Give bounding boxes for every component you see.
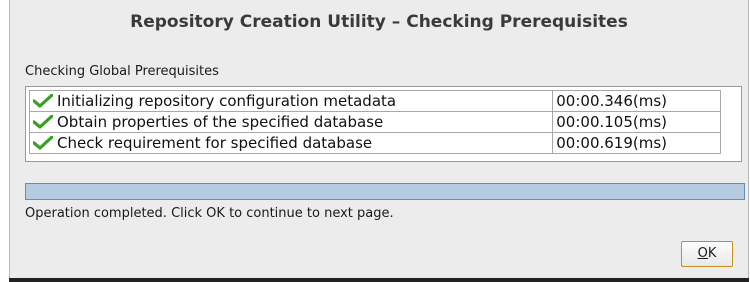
check-icon: [32, 93, 54, 108]
section-label: Checking Global Prerequisites: [25, 64, 219, 79]
task-label: Initializing repository configuration me…: [57, 92, 397, 110]
progress-fill: [26, 184, 744, 199]
ok-button[interactable]: OK: [681, 241, 733, 267]
check-icon: [32, 135, 54, 150]
task-cell: Initializing repository configuration me…: [28, 90, 554, 112]
progress-bar: [25, 183, 745, 200]
prerequisites-dialog: Repository Creation Utility – Checking P…: [9, 0, 749, 278]
task-cell: Check requirement for specified database: [28, 132, 554, 154]
table-row[interactable]: Obtain properties of the specified datab…: [28, 111, 721, 133]
ok-mnemonic: O: [697, 246, 708, 261]
table-row[interactable]: Check requirement for specified database…: [28, 132, 721, 154]
task-cell: Obtain properties of the specified datab…: [28, 111, 554, 133]
status-message: Operation completed. Click OK to continu…: [25, 206, 394, 221]
task-label: Check requirement for specified database: [57, 134, 373, 152]
task-label: Obtain properties of the specified datab…: [57, 113, 384, 131]
check-icon: [32, 114, 54, 129]
task-time: 00:00.346(ms): [552, 90, 721, 112]
window-bottom-edge: [9, 278, 749, 282]
table-row[interactable]: Initializing repository configuration me…: [28, 90, 721, 112]
prerequisites-table: Initializing repository configuration me…: [25, 86, 742, 162]
task-time: 00:00.619(ms): [552, 132, 721, 154]
task-time: 00:00.105(ms): [552, 111, 721, 133]
dialog-title: Repository Creation Utility – Checking P…: [130, 12, 628, 32]
ok-label-rest: K: [707, 246, 717, 261]
